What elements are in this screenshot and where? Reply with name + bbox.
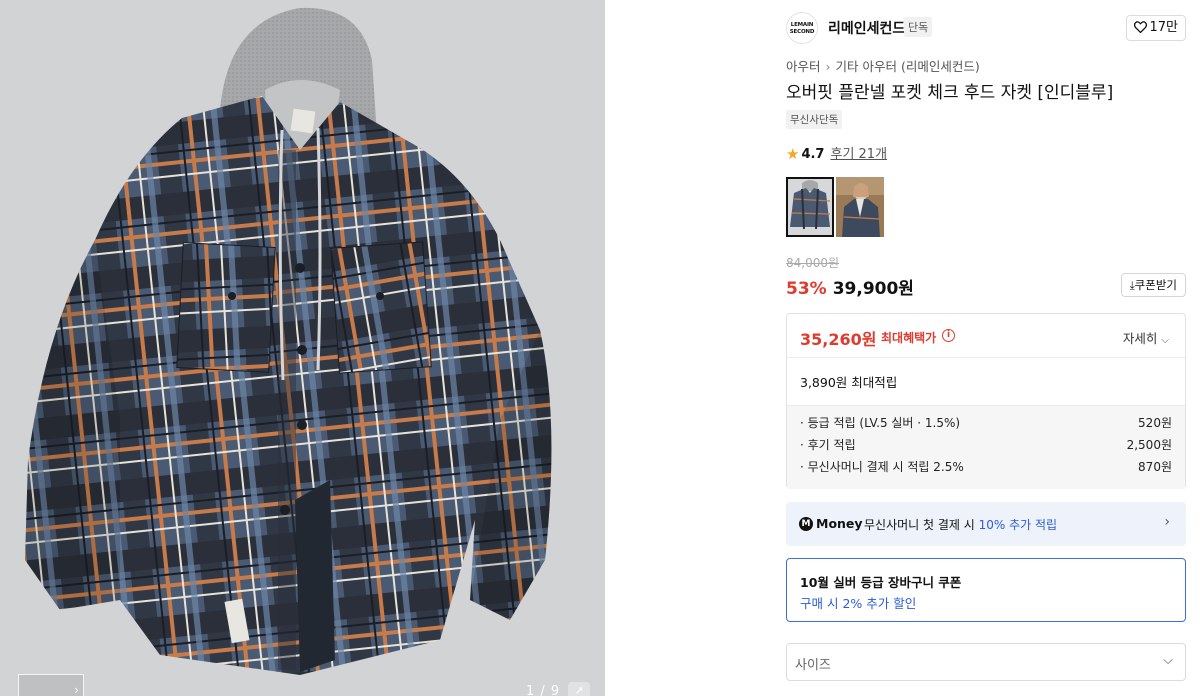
points-breakdown: · 등급 적립 (LV.5 실버 · 1.5%) 520원 · 후기 적립 2,… xyxy=(787,405,1185,489)
points-row-label: · 무신사머니 결제 시 적립 2.5% xyxy=(800,460,964,474)
points-row-value: 2,500원 xyxy=(1126,438,1172,452)
points-row-label: · 후기 적립 xyxy=(800,438,856,452)
size-select-placeholder: 사이즈 xyxy=(795,658,831,673)
like-button[interactable]: 17만 xyxy=(1126,15,1186,41)
coupon-download-button[interactable]: ⤓쿠폰받기 xyxy=(1120,273,1186,297)
heart-icon xyxy=(1134,21,1148,34)
coupon-download-label: 쿠폰받기 xyxy=(1134,278,1177,292)
points-row: · 후기 적립 2,500원 xyxy=(800,436,1172,458)
benefit-detail-toggle[interactable]: 자세히 ⌵ xyxy=(1123,328,1169,347)
points-row: · 무신사머니 결제 시 적립 2.5% 870원 xyxy=(800,458,1172,480)
max-benefit-label: 최대혜택가 xyxy=(881,331,937,345)
info-icon[interactable]: i xyxy=(942,329,955,342)
points-row-value: 870원 xyxy=(1138,460,1172,474)
money-banner-message: 무신사머니 첫 결제 시 xyxy=(864,518,975,532)
product-image-gallery[interactable]: › 1 / 9 ↗ xyxy=(0,0,605,696)
chevron-right-icon: › xyxy=(74,683,79,696)
points-row: · 등급 적립 (LV.5 실버 · 1.5%) 520원 xyxy=(800,414,1172,436)
expand-icon[interactable]: ↗ xyxy=(568,682,590,696)
reviews-link[interactable]: 후기 21개 xyxy=(830,147,887,162)
color-option-thumbnail[interactable] xyxy=(836,177,884,237)
star-icon: ★ xyxy=(786,145,800,163)
brand-name[interactable]: 리메인세컨드 xyxy=(828,18,905,38)
exclusive-tag: 단독 xyxy=(904,17,933,37)
breadcrumb: 아우터 › 기타 아우터 (리메인세컨드) xyxy=(786,56,980,75)
image-counter: 1 / 9 xyxy=(526,684,561,696)
max-benefit-price: 35,260원 xyxy=(800,330,877,349)
discount-rate: 53% xyxy=(786,279,827,299)
rating-row: ★ 4.7 후기 21개 xyxy=(786,143,887,163)
coupon-subtitle: 구매 시 2% 추가 할인 xyxy=(800,596,917,611)
sale-price: 39,900원 xyxy=(832,279,914,299)
size-select[interactable]: 사이즈 ⌵ xyxy=(786,643,1186,681)
points-total: 3,890원 최대적립 xyxy=(800,375,898,390)
store-tag: 무신사단독 xyxy=(786,110,843,129)
chevron-right-icon: › xyxy=(825,59,831,74)
chevron-right-icon: › xyxy=(1164,514,1170,530)
rating-score: 4.7 xyxy=(801,147,825,162)
breadcrumb-item[interactable]: 기타 아우터 (리메인세컨드) xyxy=(836,59,980,74)
benefit-detail-label: 자세히 xyxy=(1122,331,1158,346)
brand-logo[interactable]: LEMAIN SECOND xyxy=(786,12,818,44)
product-image xyxy=(25,7,552,675)
sale-price-row: 53% 39,900원 xyxy=(786,274,914,299)
points-row-value: 520원 xyxy=(1138,416,1172,430)
gallery-thumbnail[interactable]: › xyxy=(18,674,84,696)
color-option-thumbnail[interactable] xyxy=(786,177,834,237)
grade-coupon-box[interactable]: 10월 실버 등급 장바구니 쿠폰 구매 시 2% 추가 할인 xyxy=(786,558,1186,622)
money-banner-text: 무신사머니 첫 결제 시 10% 추가 적립 xyxy=(864,516,1057,533)
money-logo-icon: M xyxy=(799,517,813,531)
musinsa-money-banner[interactable]: M Money 무신사머니 첫 결제 시 10% 추가 적립 › xyxy=(786,502,1186,546)
benefit-header: 35,260원 최대혜택가 i 자세히 ⌵ xyxy=(787,314,1185,358)
breadcrumb-item[interactable]: 아우터 xyxy=(786,59,821,74)
like-count: 17만 xyxy=(1149,20,1178,35)
product-detail-panel: LEMAIN SECOND 리메인세컨드 단독 17만 아우터 › 기타 아우터 (… xyxy=(786,0,1186,696)
points-row-label: · 등급 적립 (LV.5 실버 · 1.5%) xyxy=(800,416,961,430)
chevron-down-icon: ⌵ xyxy=(1163,653,1173,668)
benefit-panel: 35,260원 최대혜택가 i 자세히 ⌵ 3,890원 최대적립 · 등급 적립… xyxy=(786,313,1186,489)
brand-row: LEMAIN SECOND 리메인세컨드 단독 17만 xyxy=(786,11,1186,45)
coupon-title: 10월 실버 등급 장바구니 쿠폰 xyxy=(800,575,962,590)
money-brand: Money xyxy=(816,516,863,531)
product-title: 오버핏 플란넬 포켓 체크 후드 자켓 [인디블루] xyxy=(786,83,1114,103)
money-banner-highlight: 10% 추가 적립 xyxy=(978,518,1058,532)
chevron-down-icon: ⌵ xyxy=(1161,335,1169,346)
original-price: 84,000원 xyxy=(786,256,840,270)
